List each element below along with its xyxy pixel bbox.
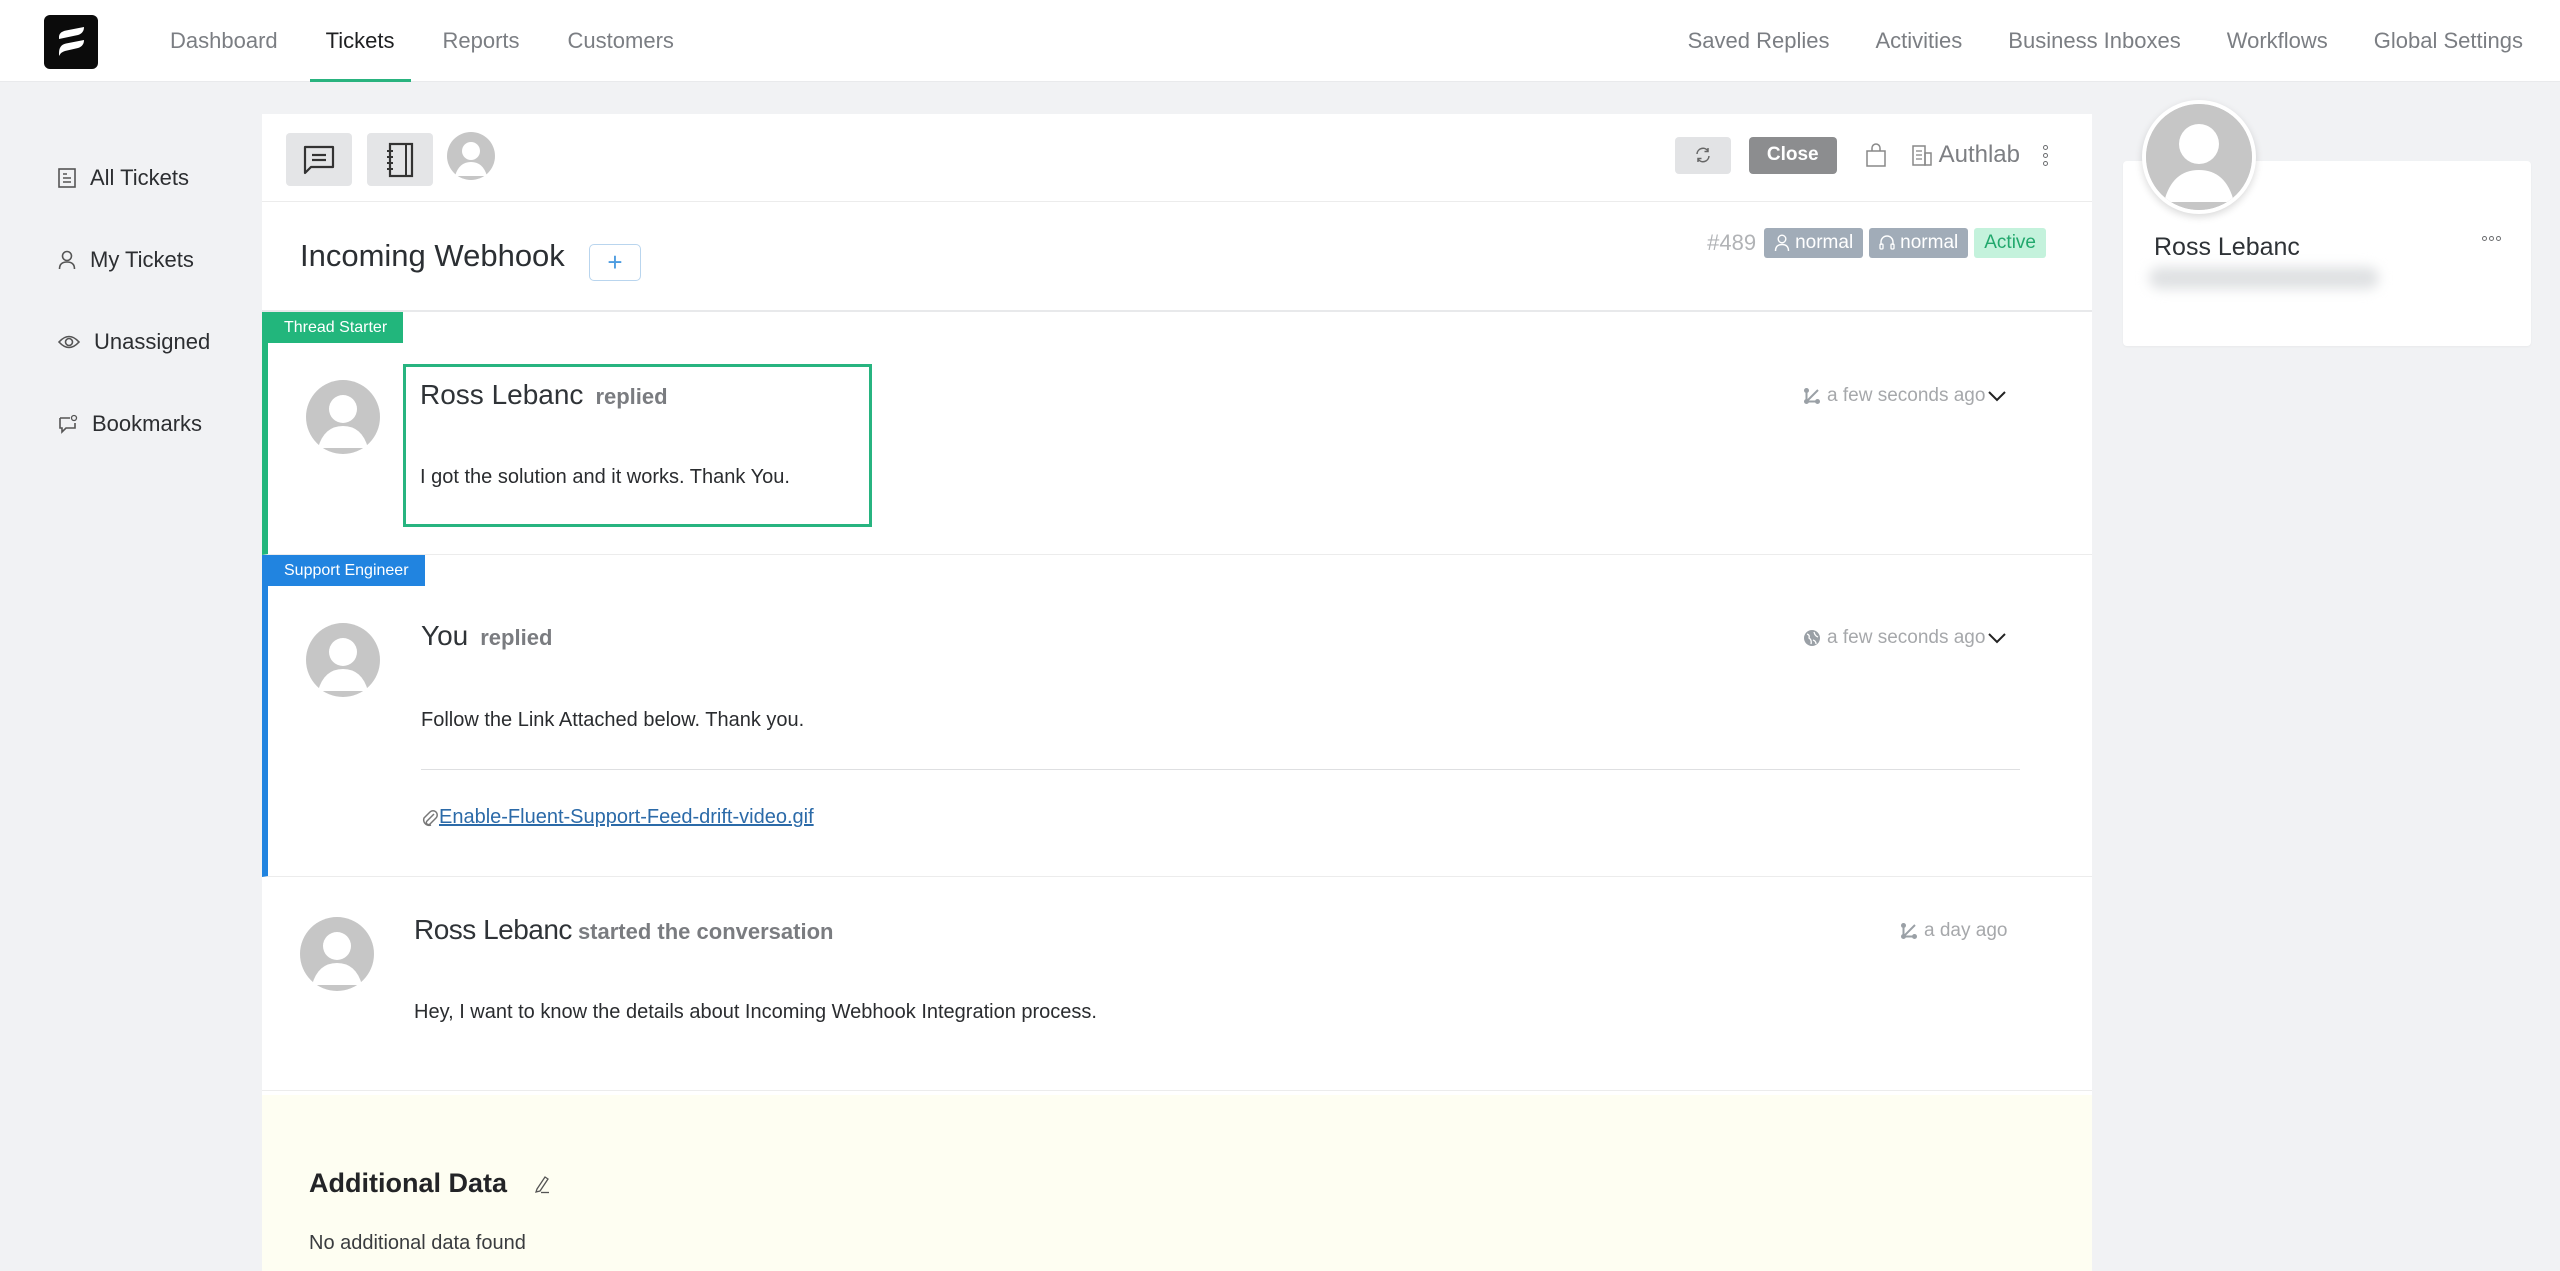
chat-mention-icon [59, 414, 78, 434]
attachment-link[interactable]: Enable-Fluent-Support-Feed-drift-video.g… [439, 806, 814, 829]
thread-time: a few seconds ago [1803, 627, 2013, 649]
sidebar-item-my-tickets[interactable]: My Tickets [0, 219, 262, 301]
customer-email-blurred [2149, 267, 2379, 289]
company-name: Authlab [1938, 141, 2020, 168]
sidebar: All Tickets My Tickets Unassigned Bookma… [0, 82, 262, 465]
headset-icon [1879, 235, 1895, 250]
additional-data-title: Additional Data [309, 1168, 551, 1199]
refresh-icon [1696, 147, 1710, 163]
conversation-view-button[interactable] [286, 133, 352, 186]
thread-author: You replied [421, 620, 552, 652]
sidebar-item-all-tickets[interactable]: All Tickets [0, 137, 262, 219]
client-priority-value: normal [1795, 232, 1854, 253]
notes-view-button[interactable] [367, 133, 433, 186]
notebook-icon [387, 142, 414, 177]
building-icon [1911, 145, 1932, 166]
time-text: a few seconds ago [1827, 385, 1986, 406]
ticket-toolbar: Close Authlab [262, 114, 2092, 202]
agent-priority-value: normal [1900, 232, 1959, 253]
chat-icon [303, 145, 335, 174]
more-options-button[interactable] [2038, 144, 2052, 166]
thread-author: Ross Lebanc replied [420, 379, 668, 411]
edit-pencil-icon[interactable] [533, 1174, 551, 1194]
time-text: a day ago [1924, 920, 2008, 941]
author-name: Ross Lebanc [420, 379, 584, 410]
thread-body: Hey, I want to know the details about In… [414, 1001, 1097, 1023]
time-text: a few seconds ago [1827, 627, 1986, 648]
sidebar-item-label: Unassigned [94, 329, 211, 354]
chevron-down-icon[interactable] [1987, 390, 2007, 402]
app-logo[interactable] [44, 15, 98, 69]
ticket-header: Incoming Webhook + #489 normal normal Ac… [262, 202, 2092, 312]
thread-item: Thread Starter Ross Lebanc replied I got… [262, 312, 2092, 555]
thread-body: Follow the Link Attached below. Thank yo… [421, 709, 805, 731]
document-icon [58, 168, 76, 188]
thread-time: a few seconds ago [1803, 385, 2013, 407]
sidebar-item-unassigned[interactable]: Unassigned [0, 301, 262, 383]
customer-avatar [2142, 100, 2256, 214]
source-icon [1901, 923, 1917, 939]
support-engineer-tag: Support Engineer [262, 555, 425, 586]
nav-activities[interactable]: Activities [1853, 0, 1986, 82]
sidebar-item-label: All Tickets [90, 165, 190, 190]
shopping-bag-icon[interactable] [1865, 143, 1887, 167]
add-tag-button[interactable]: + [589, 244, 641, 281]
ticket-title: Incoming Webhook [300, 238, 565, 273]
thread-body: I got the solution and it works. Thank Y… [420, 466, 790, 488]
nav-dashboard[interactable]: Dashboard [146, 0, 302, 82]
paperclip-icon [422, 809, 438, 826]
client-priority-badge: normal [1764, 228, 1864, 258]
author-name: You [421, 620, 469, 651]
nav-saved-replies[interactable]: Saved Replies [1665, 0, 1853, 82]
customer-name[interactable]: Ross Lebanc [2154, 233, 2300, 262]
nav-customers[interactable]: Customers [544, 0, 698, 82]
globe-icon [1804, 630, 1820, 646]
nav-workflows[interactable]: Workflows [2204, 0, 2351, 82]
additional-data-section: Additional Data No additional data found [262, 1095, 2092, 1271]
nav-business-inboxes[interactable]: Business Inboxes [1985, 0, 2203, 82]
agent-priority-badge: normal [1869, 228, 1969, 258]
thread-time: a day ago [1900, 920, 2007, 942]
thread-author: Ross Lebanc started the conversation [414, 914, 833, 946]
avatar-icon [2146, 104, 2252, 210]
sidebar-item-label: My Tickets [90, 247, 194, 272]
avatar [300, 917, 374, 991]
user-icon [1774, 234, 1790, 252]
thread-action: started the conversation [577, 919, 834, 944]
ticket-panel: Close Authlab Incoming Webhook + #489 no… [262, 114, 2092, 1271]
nav-global-settings[interactable]: Global Settings [2351, 0, 2546, 82]
attachment: Enable-Fluent-Support-Feed-drift-video.g… [421, 806, 814, 829]
agent-avatar[interactable] [447, 132, 495, 180]
thread-action: replied [595, 384, 668, 409]
section-title: Additional Data [309, 1168, 508, 1198]
ticket-id: #489 [1707, 230, 1757, 255]
refresh-button[interactable] [1674, 136, 1731, 174]
eye-icon [58, 335, 80, 349]
avatar [306, 380, 380, 454]
sidebar-item-bookmarks[interactable]: Bookmarks [0, 383, 262, 465]
author-name: Ross Lebanc [414, 914, 572, 945]
avatar [306, 623, 380, 697]
source-icon [1804, 388, 1820, 404]
top-navigation: Dashboard Tickets Reports Customers Save… [0, 0, 2560, 82]
additional-data-empty: No additional data found [309, 1232, 526, 1254]
sidebar-item-label: Bookmarks [92, 411, 203, 436]
status-badge: Active [1974, 228, 2046, 258]
thread-starter-tag: Thread Starter [262, 312, 404, 343]
customer-more-button[interactable] [2482, 236, 2501, 241]
thread-action: replied [480, 625, 553, 650]
user-icon [58, 250, 76, 270]
thread-item: Support Engineer You replied Follow the … [262, 555, 2092, 877]
logo-icon [59, 27, 84, 56]
thread-item: Ross Lebanc started the conversation Hey… [262, 877, 2092, 1091]
nav-tickets[interactable]: Tickets [302, 0, 419, 82]
nav-reports[interactable]: Reports [419, 0, 544, 82]
divider [421, 769, 2020, 770]
chevron-down-icon[interactable] [1987, 632, 2007, 644]
company-link[interactable]: Authlab [1911, 141, 2020, 169]
close-ticket-button[interactable]: Close [1748, 136, 1837, 174]
